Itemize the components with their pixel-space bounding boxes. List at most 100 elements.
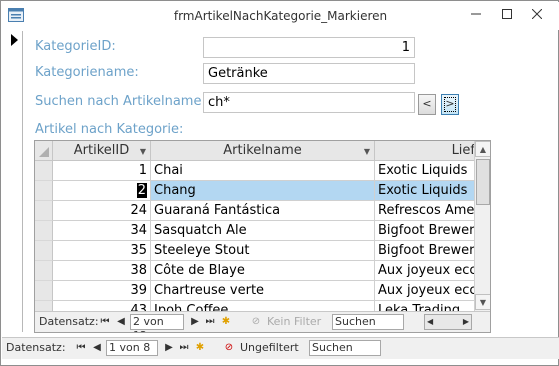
- sort-dropdown-icon[interactable]: ▼: [364, 142, 370, 161]
- minimize-icon: [471, 13, 481, 15]
- maximize-icon: [502, 9, 512, 19]
- artikelid-cell[interactable]: 1: [53, 161, 151, 181]
- main-navigation-bar: Datensatz: ⏮ ◀ 1 von 8 ▶ ⏭ ✱ ⊘ Ungefilte…: [2, 337, 559, 359]
- artikelid-cell[interactable]: 34: [53, 221, 151, 241]
- first-record-icon[interactable]: ⏮: [74, 340, 88, 356]
- select-all-icon: [39, 147, 49, 157]
- lieferant-cell[interactable]: Aux joyeux eccl: [375, 261, 474, 281]
- subform-search-input[interactable]: Suchen: [332, 314, 404, 330]
- kategorieid-label: KategorieID:: [35, 39, 116, 54]
- row-selector[interactable]: [35, 261, 53, 281]
- row-selector[interactable]: [35, 221, 53, 241]
- kategoriename-field[interactable]: Getränke: [203, 63, 415, 84]
- artikelid-cell[interactable]: 38: [53, 261, 151, 281]
- subform-navigation-bar: Datensatz: ⏮ ◀ 2 von 12 ▶ ⏭ ✱ ⊘ Kein Fil…: [35, 311, 490, 332]
- column-header-lieferant[interactable]: Lief: [375, 141, 474, 161]
- row-selector[interactable]: [35, 181, 53, 201]
- filter-icon[interactable]: ⊘: [249, 314, 263, 330]
- artikelname-cell[interactable]: Guaraná Fantástica: [151, 201, 375, 221]
- record-selector[interactable]: [9, 31, 23, 332]
- lieferant-cell[interactable]: Bigfoot Breweri: [375, 241, 474, 261]
- datasheet-grid: ArtikelID ▼ Artikelname ▼ Lief 1 Chai Exot…: [35, 141, 474, 311]
- next-record-icon[interactable]: ▶: [162, 340, 176, 356]
- vertical-scrollbar[interactable]: ▲ ▼: [474, 141, 490, 311]
- artikelid-value: 34: [130, 223, 147, 238]
- artikelid-cell[interactable]: 2: [53, 181, 151, 201]
- column-header-artikelname[interactable]: Artikelname ▼: [151, 141, 375, 161]
- artikelid-cell[interactable]: 35: [53, 241, 151, 261]
- scroll-up-icon[interactable]: ▲: [475, 141, 490, 157]
- artikelname-cell[interactable]: Steeleye Stout: [151, 241, 375, 261]
- kategorieid-field[interactable]: 1: [203, 37, 415, 58]
- artikelname-cell[interactable]: Chartreuse verte: [151, 281, 375, 301]
- main-filter-status[interactable]: Ungefiltert: [240, 341, 299, 354]
- artikelid-value: 38: [130, 263, 147, 278]
- close-icon: [531, 8, 543, 20]
- lieferant-cell[interactable]: Exotic Liquids: [375, 161, 474, 181]
- artikelname-cell[interactable]: Sasquatch Ale: [151, 221, 375, 241]
- form-window: frmArtikelNachKategorie_Markieren Katego…: [0, 0, 559, 366]
- lieferant-cell[interactable]: Bigfoot Breweri: [375, 221, 474, 241]
- artikelname-cell[interactable]: Chai: [151, 161, 375, 181]
- maximize-button[interactable]: [490, 4, 524, 26]
- filter-icon[interactable]: ⊘: [222, 340, 236, 356]
- row-selector[interactable]: [35, 241, 53, 261]
- artikelid-value: 43: [130, 303, 147, 311]
- row-selector[interactable]: [35, 301, 53, 311]
- new-record-icon[interactable]: ✱: [219, 314, 233, 330]
- scroll-right-icon[interactable]: ▶: [463, 315, 469, 329]
- artikel-subform: ArtikelID ▼ Artikelname ▼ Lief 1 Chai Exot…: [34, 140, 491, 333]
- column-header-label: Artikelname: [223, 143, 302, 158]
- select-all-corner[interactable]: [35, 141, 53, 161]
- minimize-button[interactable]: [459, 4, 493, 26]
- row-selector[interactable]: [35, 281, 53, 301]
- previous-match-button[interactable]: <: [418, 94, 436, 115]
- previous-record-icon[interactable]: ◀: [90, 340, 104, 356]
- artikelid-cell[interactable]: 39: [53, 281, 151, 301]
- artikelid-value: 1: [138, 163, 147, 178]
- title-bar: frmArtikelNachKategorie_Markieren: [2, 2, 559, 30]
- lieferant-cell[interactable]: Refrescos Amer: [375, 201, 474, 221]
- kategoriename-label: Kategoriename:: [35, 65, 139, 80]
- column-header-artikelid[interactable]: ArtikelID ▼: [53, 141, 151, 161]
- lieferant-cell[interactable]: Leka Trading: [375, 301, 474, 311]
- artikelid-value: 24: [130, 203, 147, 218]
- artikelid-value: 35: [130, 243, 147, 258]
- column-header-label: Lief: [451, 143, 474, 158]
- search-input[interactable]: ch*: [203, 92, 415, 113]
- artikelid-value: 39: [130, 283, 147, 298]
- artikelname-cell[interactable]: Ipoh Coffee: [151, 301, 375, 311]
- horizontal-scrollbar[interactable]: ◀ ▶: [424, 314, 472, 330]
- artikelname-cell[interactable]: Chang: [151, 181, 375, 201]
- lieferant-cell[interactable]: Aux joyeux eccl: [375, 281, 474, 301]
- subform-nav-label: Datensatz:: [39, 315, 99, 328]
- artikelname-cell[interactable]: Côte de Blaye: [151, 261, 375, 281]
- new-record-icon[interactable]: ✱: [193, 340, 207, 356]
- previous-record-icon[interactable]: ◀: [114, 314, 128, 330]
- subform-filter-status[interactable]: Kein Filter: [267, 315, 321, 328]
- last-record-icon[interactable]: ⏭: [177, 340, 191, 356]
- lieferant-cell[interactable]: Exotic Liquids: [375, 181, 474, 201]
- next-match-button[interactable]: >: [441, 94, 459, 115]
- subform-record-position[interactable]: 2 von 12: [130, 314, 184, 332]
- artikelid-value: 2: [136, 183, 147, 198]
- suchen-label: Suchen nach Artikelname:: [35, 94, 206, 109]
- next-record-icon[interactable]: ▶: [188, 314, 202, 330]
- scroll-thumb[interactable]: [476, 159, 490, 205]
- row-selector[interactable]: [35, 201, 53, 221]
- scroll-down-icon[interactable]: ▼: [475, 294, 490, 310]
- first-record-icon[interactable]: ⏮: [98, 314, 112, 330]
- artikelid-cell[interactable]: 43: [53, 301, 151, 311]
- scroll-left-icon[interactable]: ◀: [427, 315, 433, 329]
- last-record-icon[interactable]: ⏭: [203, 314, 217, 330]
- main-search-input[interactable]: Suchen: [309, 340, 381, 356]
- artikelid-cell[interactable]: 24: [53, 201, 151, 221]
- sort-dropdown-icon[interactable]: ▼: [140, 142, 146, 161]
- current-record-arrow-icon: [11, 34, 18, 46]
- subform-label: Artikel nach Kategorie:: [35, 122, 184, 137]
- column-header-label: ArtikelID: [73, 143, 130, 158]
- main-nav-label: Datensatz:: [6, 341, 66, 354]
- row-selector[interactable]: [35, 161, 53, 181]
- main-record-position[interactable]: 1 von 8: [106, 340, 158, 356]
- close-button[interactable]: [520, 4, 554, 26]
